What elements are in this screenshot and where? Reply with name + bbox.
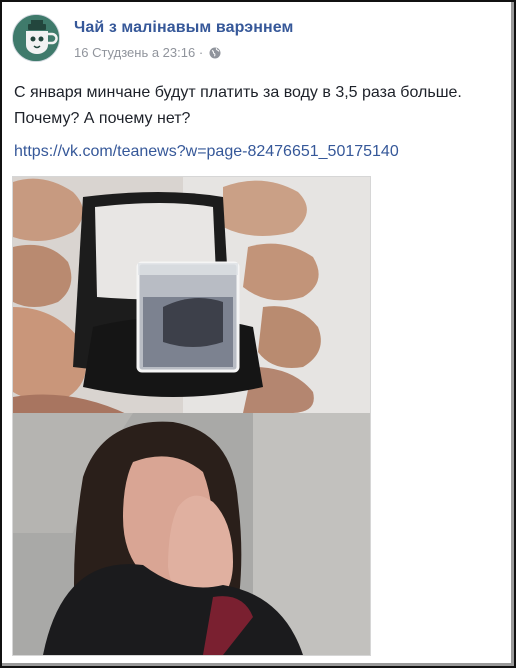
post-photo[interactable] [12, 176, 371, 656]
post-meta: 16 Студзень а 23:16 · [74, 44, 221, 60]
teapot-logo-icon [13, 15, 59, 61]
page-name-link[interactable]: Чай з малінавым варэннем [74, 19, 293, 37]
crying-woman-photo [13, 413, 370, 655]
post-header: Чай з малінавым варэннем 16 Студзень а 2… [12, 14, 492, 64]
post-timestamp[interactable]: 16 Студзень а 23:16 [74, 45, 195, 60]
avatar[interactable] [12, 14, 60, 62]
globe-icon[interactable] [209, 47, 221, 59]
meta-separator: · [198, 45, 204, 61]
post-text: С января минчане будут платить за воду в… [14, 80, 504, 132]
post-link[interactable]: https://vk.com/teanews?w=page-82476651_5… [14, 143, 399, 161]
ring-box-photo [13, 177, 370, 423]
post-text-line: С января минчане будут платить за воду в… [14, 84, 462, 101]
post-text-line: Почему? А почему нет? [14, 110, 191, 127]
